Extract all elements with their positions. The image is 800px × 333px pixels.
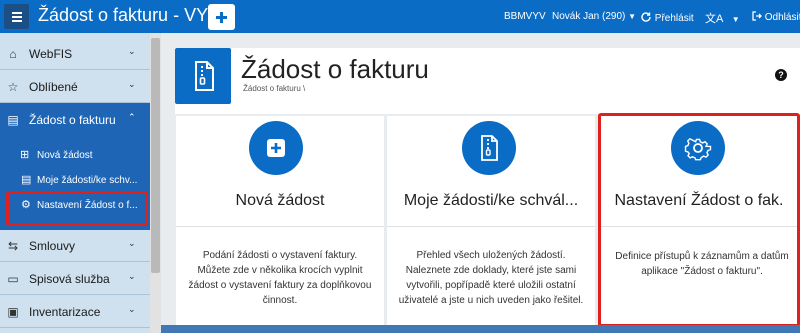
chevron-down-icon: ⌄ — [128, 271, 136, 281]
user-menu[interactable]: Novák Jan (290) ▼ — [552, 11, 636, 22]
caret-down-icon: ▼ — [731, 15, 740, 24]
submenu-item-label: Nová žádost — [37, 150, 93, 161]
sidebar-item-label: Smlouvy — [29, 239, 76, 253]
app-title: Žádost o fakturu - VYV — [38, 5, 221, 25]
document-icon — [195, 61, 214, 91]
sidebar-item-label: Oblíbené — [29, 80, 78, 94]
sidebar-item-favorites[interactable]: ☆ Oblíbené ⌄ — [0, 70, 150, 103]
clipboard-icon: ▣ — [7, 305, 19, 319]
bottom-strip — [161, 325, 800, 333]
translate-icon: 文A — [705, 13, 723, 25]
switch-user-button[interactable]: Přehlásit — [640, 11, 694, 24]
folder-icon: ▭ — [7, 272, 19, 286]
refresh-icon — [641, 12, 651, 22]
submenu-item-new-request[interactable]: ⊞ Nová žádost — [0, 145, 150, 165]
card-my-requests[interactable]: Moje žádosti/ke schvál... Přehled všech … — [387, 116, 595, 333]
plus-square-icon — [267, 139, 285, 157]
card-new-request[interactable]: Nová žádost Podání žádosti o vystavení f… — [176, 116, 384, 333]
submenu-item-my-requests[interactable]: ▤ Moje žádosti/ke schv... — [0, 170, 150, 190]
user-label: Novák Jan (290) — [552, 11, 626, 22]
logout-label: Odhlásit — [764, 12, 800, 23]
card-description: Podání žádosti o vystavení faktury. Může… — [188, 250, 372, 306]
sidebar-item-inventory[interactable]: ▣ Inventarizace ⌄ — [0, 295, 150, 328]
help-icon[interactable]: ? — [775, 69, 787, 81]
org-selector[interactable]: BBMVYV — [504, 11, 546, 22]
caret-down-icon: ▼ — [628, 12, 637, 21]
add-button[interactable] — [208, 4, 235, 30]
menu-toggle-button[interactable] — [4, 4, 29, 29]
breadcrumb[interactable]: Žádost o fakturu \ — [243, 84, 305, 93]
handshake-icon: ⇆ — [7, 239, 19, 253]
sidebar-item-label: WebFIS — [29, 47, 73, 61]
highlight-frame — [598, 113, 800, 327]
star-icon: ☆ — [7, 80, 19, 94]
chevron-down-icon: ⌄ — [128, 79, 136, 89]
page-header-icon — [175, 48, 231, 104]
card-title: Moje žádosti/ke schvál... — [403, 192, 579, 209]
highlight-frame — [6, 191, 148, 226]
submenu-item-label: Moje žádosti/ke schv... — [37, 175, 138, 186]
card-icon-circle — [249, 121, 303, 175]
switch-user-label: Přehlásit — [654, 13, 694, 24]
sidebar-item-contracts[interactable]: ⇆ Smlouvy ⌄ — [0, 229, 150, 262]
card-title: Nová žádost — [235, 192, 325, 209]
chevron-up-icon: ⌃ — [128, 112, 136, 122]
chevron-down-icon: ⌄ — [128, 46, 136, 56]
card-description: Přehled všech uložených žádostí. Nalezne… — [398, 250, 584, 306]
sidebar-item-records-service[interactable]: ▭ Spisová služba ⌄ — [0, 262, 150, 295]
sidebar-item-webfis[interactable]: ⌂ WebFIS ⌄ — [0, 37, 150, 70]
sidebar-item-label: Inventarizace — [29, 305, 101, 319]
page-title: Žádost o fakturu — [241, 54, 429, 84]
document-icon: ▤ — [21, 174, 32, 186]
logout-icon — [752, 11, 762, 21]
sidebar-item-invoice-request[interactable]: ▤ Žádost o fakturu ⌃ — [0, 103, 150, 136]
document-icon — [481, 135, 498, 161]
card-icon-circle — [462, 121, 516, 175]
scrollbar-thumb[interactable] — [151, 38, 160, 273]
logout-button[interactable]: Odhlásit — [752, 11, 800, 23]
card-divider — [387, 226, 595, 227]
top-bar: Žádost o fakturu - VYV BBMVYV Novák Jan … — [0, 0, 800, 33]
plus-square-icon: ⊞ — [20, 149, 30, 161]
sidebar-item-label: Spisová služba — [29, 272, 110, 286]
home-icon: ⌂ — [9, 47, 17, 61]
chevron-down-icon: ⌄ — [128, 304, 136, 314]
language-selector[interactable]: 文A ▼ — [705, 10, 740, 26]
chevron-down-icon: ⌄ — [128, 238, 136, 248]
org-label: BBMVYV — [504, 11, 546, 22]
sidebar-item-label: Žádost o fakturu — [29, 113, 116, 127]
card-divider — [176, 226, 384, 227]
document-icon: ▤ — [7, 113, 19, 127]
